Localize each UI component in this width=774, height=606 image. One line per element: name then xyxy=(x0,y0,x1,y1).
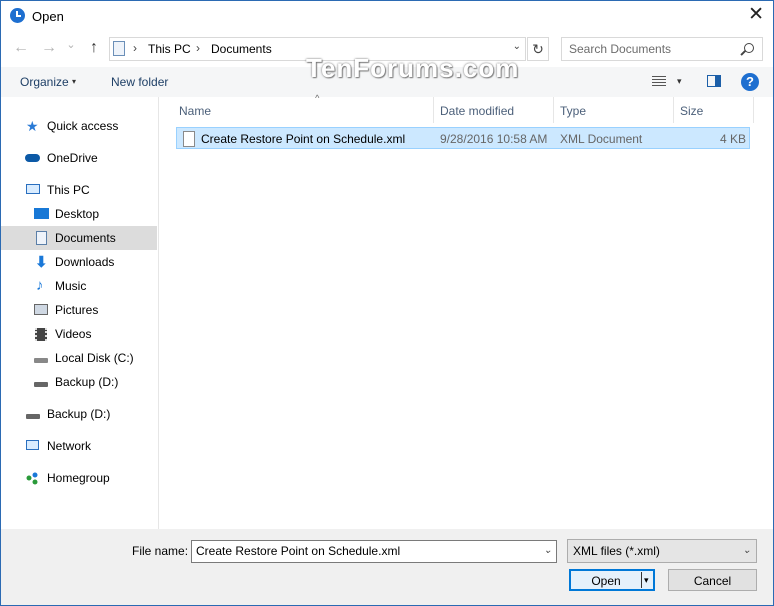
disk-icon xyxy=(34,358,48,363)
star-icon: ★ xyxy=(26,118,39,134)
file-date: 9/28/2016 10:58 AM xyxy=(440,132,548,146)
sidebar-item-backup-d-removable[interactable]: Backup (D:) xyxy=(1,402,157,426)
file-icon xyxy=(183,131,195,147)
open-button[interactable]: Open ▾ xyxy=(569,569,655,591)
chevron-down-icon[interactable]: ⌄ xyxy=(513,41,521,52)
file-size: 4 KB xyxy=(719,132,746,146)
file-name: Create Restore Point on Schedule.xml xyxy=(201,132,406,146)
organize-button[interactable]: Organize xyxy=(20,75,69,89)
search-icon xyxy=(744,43,754,53)
file-type-select[interactable]: XML files (*.xml) ⌄ xyxy=(567,539,757,563)
sidebar-item-quick-access[interactable]: ★ Quick access xyxy=(1,114,157,138)
breadcrumb-documents[interactable]: Documents xyxy=(211,42,272,56)
documents-icon xyxy=(36,231,47,245)
pictures-icon xyxy=(34,304,48,315)
drive-icon xyxy=(26,414,40,419)
forward-arrow-icon[interactable]: → xyxy=(39,39,59,57)
open-options-arrow-icon[interactable]: ▾ xyxy=(644,575,649,586)
sidebar-item-videos[interactable]: Videos xyxy=(1,322,157,346)
sidebar-item-desktop[interactable]: Desktop xyxy=(1,202,157,226)
file-name-input[interactable]: Create Restore Point on Schedule.xml ⌄ xyxy=(191,540,557,563)
column-header-date-modified[interactable]: Date modified xyxy=(434,97,554,123)
sidebar-item-homegroup[interactable]: Homegroup xyxy=(1,466,157,490)
split-divider xyxy=(641,572,642,588)
up-arrow-icon[interactable]: ↑ xyxy=(84,39,104,57)
recent-locations-icon[interactable]: ⌄ xyxy=(61,38,81,51)
sidebar-item-pictures[interactable]: Pictures xyxy=(1,298,157,322)
drive-icon xyxy=(34,382,48,387)
sidebar-item-this-pc[interactable]: This PC xyxy=(1,178,157,202)
cloud-icon xyxy=(25,154,40,162)
window-title: Open xyxy=(32,9,64,24)
chevron-down-icon[interactable]: ⌄ xyxy=(743,545,751,556)
file-name-label: File name: xyxy=(132,544,189,558)
sidebar-item-local-disk-c[interactable]: Local Disk (C:) xyxy=(1,346,157,370)
document-folder-icon xyxy=(113,41,125,56)
music-icon: ♪ xyxy=(36,277,44,294)
close-icon[interactable]: ✕ xyxy=(748,4,764,26)
preview-pane-icon[interactable] xyxy=(707,75,721,87)
sidebar-item-downloads[interactable]: ⬇ Downloads xyxy=(1,250,157,274)
desktop-icon xyxy=(34,208,49,219)
download-icon: ⬇ xyxy=(35,254,48,271)
breadcrumb-separator-icon: › xyxy=(196,41,200,55)
column-header-type[interactable]: Type xyxy=(554,97,674,123)
search-placeholder: Search Documents xyxy=(569,42,672,56)
clock-icon xyxy=(10,8,25,23)
dialog-footer: File name: Create Restore Point on Sched… xyxy=(1,529,773,605)
sidebar-item-music[interactable]: ♪ Music xyxy=(1,274,157,298)
help-icon[interactable]: ? xyxy=(741,73,759,91)
chevron-down-icon[interactable]: ▾ xyxy=(677,76,682,87)
view-options-icon[interactable] xyxy=(652,76,666,87)
sort-ascending-icon: ^ xyxy=(315,93,320,103)
column-header-size[interactable]: Size xyxy=(674,97,754,123)
file-type: XML Document xyxy=(560,132,643,146)
file-list: Name ^ Date modified Type Size Create Re… xyxy=(159,93,773,529)
breadcrumb-separator-icon: › xyxy=(133,41,137,55)
table-row[interactable]: Create Restore Point on Schedule.xml 9/2… xyxy=(176,127,750,149)
column-header-name[interactable]: Name ^ xyxy=(173,93,434,123)
back-arrow-icon[interactable]: ← xyxy=(11,39,31,57)
navigation-pane: ★ Quick access OneDrive This PC Desktop … xyxy=(1,97,159,529)
breadcrumb-this-pc[interactable]: This PC xyxy=(148,42,191,56)
open-dialog: Open ✕ ← → ⌄ ↑ › This PC › Documents ⌄ ↻… xyxy=(0,0,774,606)
network-icon xyxy=(26,440,39,450)
sidebar-item-backup-d[interactable]: Backup (D:) xyxy=(1,370,157,394)
sidebar-item-network[interactable]: Network xyxy=(1,434,157,458)
title-bar: Open ✕ xyxy=(1,1,773,31)
computer-icon xyxy=(26,184,40,194)
sidebar-item-onedrive[interactable]: OneDrive xyxy=(1,146,157,170)
videos-icon xyxy=(35,328,47,341)
search-input[interactable]: Search Documents xyxy=(561,37,763,61)
watermark: TenForums.com xyxy=(306,53,520,83)
new-folder-button[interactable]: New folder xyxy=(111,75,168,89)
homegroup-icon xyxy=(26,472,38,485)
chevron-down-icon[interactable]: ⌄ xyxy=(544,545,552,556)
cancel-button[interactable]: Cancel xyxy=(668,569,757,591)
refresh-button[interactable]: ↻ xyxy=(527,37,549,61)
chevron-down-icon[interactable]: ▾ xyxy=(72,77,76,86)
sidebar-item-documents[interactable]: Documents xyxy=(1,226,157,250)
